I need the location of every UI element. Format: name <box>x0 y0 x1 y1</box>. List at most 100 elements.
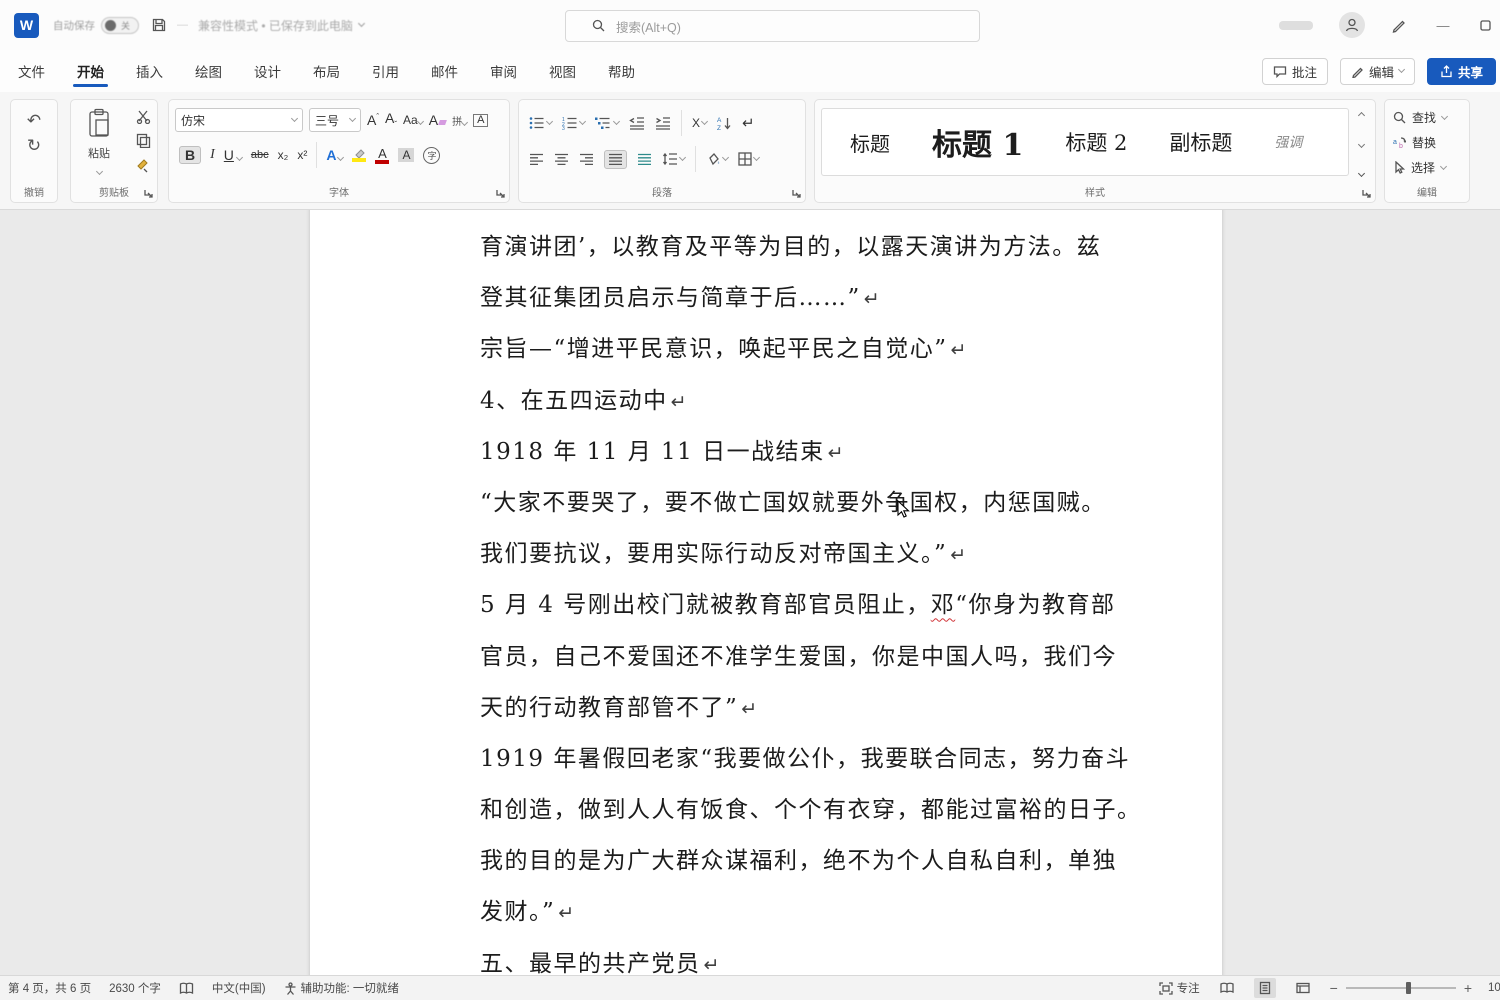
phonetic-guide-button[interactable]: 拼 <box>452 113 467 128</box>
accessibility-status[interactable]: 辅助功能: 一切就绪 <box>284 980 399 996</box>
tab-审阅[interactable]: 审阅 <box>488 52 519 90</box>
tab-文件[interactable]: 文件 <box>16 52 47 90</box>
avatar[interactable] <box>1339 12 1365 38</box>
read-mode-button[interactable] <box>1216 978 1238 998</box>
tab-设计[interactable]: 设计 <box>252 52 283 90</box>
bold-button[interactable]: B <box>179 146 201 164</box>
gallery-up-button[interactable] <box>1357 112 1364 119</box>
enclose-character-button[interactable]: 字 <box>423 147 440 164</box>
save-icon[interactable] <box>151 17 167 33</box>
undo-button[interactable]: ↶ <box>27 112 41 129</box>
grow-font-button[interactable]: Aˆ <box>367 113 379 127</box>
tab-邮件[interactable]: 邮件 <box>429 52 460 90</box>
multilevel-list-button[interactable] <box>595 116 619 130</box>
zoom-slider-thumb[interactable] <box>1406 982 1411 994</box>
share-button[interactable]: 共享 <box>1427 58 1496 85</box>
editing-mode-button[interactable]: 编辑 <box>1340 58 1415 85</box>
tab-视图[interactable]: 视图 <box>547 52 578 90</box>
paragraph-dialog-launcher[interactable] <box>791 188 801 198</box>
document-title[interactable]: 兼容性模式 • 已保存到此电脑 <box>198 17 364 34</box>
replace-button[interactable]: ab 替换 <box>1393 134 1469 151</box>
print-layout-button[interactable] <box>1254 978 1276 998</box>
subscript-button[interactable]: x₂ <box>278 149 289 161</box>
char-shading-button[interactable]: A <box>398 148 414 162</box>
web-layout-button[interactable] <box>1292 978 1314 998</box>
style-item-3[interactable]: 标题 2 <box>1065 127 1127 157</box>
maximize-button[interactable] <box>1479 19 1492 32</box>
document-page[interactable]: 育演讲团’，以教育及平等为目的，以露天演讲为方法。兹登其征集团员启示与简章于后…… <box>310 210 1222 975</box>
align-right-button[interactable] <box>579 153 594 166</box>
proofing-status[interactable] <box>179 982 194 995</box>
cut-icon[interactable] <box>136 110 151 124</box>
underline-button[interactable]: U <box>224 148 242 162</box>
font-color-button[interactable]: A <box>375 147 389 164</box>
styles-dialog-launcher[interactable] <box>1361 188 1371 198</box>
gallery-expand-button[interactable] <box>1357 170 1364 177</box>
distribute-button[interactable] <box>637 153 652 166</box>
decrease-indent-button[interactable] <box>629 116 645 130</box>
page-indicator[interactable]: 第 4 页，共 6 页 <box>8 980 91 996</box>
style-item-4[interactable]: 副标题 <box>1169 127 1232 157</box>
select-button[interactable]: 选择 <box>1393 159 1469 176</box>
gallery-down-button[interactable] <box>1357 141 1364 148</box>
change-case-button[interactable]: Aa <box>403 114 423 126</box>
pencil-icon <box>1351 65 1364 78</box>
highlight-button[interactable] <box>352 148 366 162</box>
superscript-button[interactable]: x² <box>297 149 307 161</box>
doc-line: 5 月 4 号刚出校门就被教育部官员阻止，邓“你身为教育部 <box>480 580 1142 631</box>
clear-format-button[interactable]: A <box>429 113 446 127</box>
justify-button[interactable] <box>604 150 627 169</box>
font-name-combo[interactable]: 仿宋 <box>175 108 303 132</box>
tab-帮助[interactable]: 帮助 <box>606 52 637 90</box>
shrink-font-button[interactable]: Aˇ <box>385 111 397 129</box>
bullets-button[interactable] <box>529 116 552 130</box>
autosave-toggle[interactable]: 关 <box>101 17 139 34</box>
show-marks-button[interactable]: ↵ <box>742 116 755 131</box>
line-spacing-button[interactable] <box>662 152 685 166</box>
asian-layout-button[interactable]: X <box>692 117 707 129</box>
paste-button[interactable]: 粘贴 <box>77 108 121 179</box>
autosave-control[interactable]: 自动保存 关 <box>53 17 139 34</box>
zoom-value[interactable]: 100% <box>1488 982 1500 994</box>
word-logo[interactable]: W <box>14 13 39 38</box>
word-count[interactable]: 2630 个字 <box>109 980 161 996</box>
comments-button[interactable]: 批注 <box>1262 58 1328 85</box>
search-input[interactable]: 搜索(Alt+Q) <box>565 10 980 42</box>
shading-button[interactable] <box>706 152 728 166</box>
align-center-button[interactable] <box>554 153 569 166</box>
italic-button[interactable]: I <box>210 148 215 162</box>
zoom-in-button[interactable]: + <box>1464 980 1472 996</box>
increase-indent-button[interactable] <box>655 116 671 130</box>
tab-绘图[interactable]: 绘图 <box>193 52 224 90</box>
clipboard-dialog-launcher[interactable] <box>143 188 153 198</box>
zoom-slider[interactable] <box>1346 987 1456 989</box>
font-dialog-launcher[interactable] <box>495 188 505 198</box>
focus-button[interactable]: 专注 <box>1159 980 1200 996</box>
borders-button[interactable] <box>738 152 759 166</box>
line-spacing-icon <box>662 152 678 166</box>
align-left-button[interactable] <box>529 153 544 166</box>
sort-button[interactable]: AZ <box>717 116 732 131</box>
tab-引用[interactable]: 引用 <box>370 52 401 90</box>
numbering-button[interactable]: 123 <box>562 116 585 130</box>
language-indicator[interactable]: 中文(中国) <box>212 980 266 996</box>
tab-布局[interactable]: 布局 <box>311 52 342 90</box>
format-painter-icon[interactable] <box>135 157 151 173</box>
tab-插入[interactable]: 插入 <box>134 52 165 90</box>
style-item-5[interactable]: 强调 <box>1274 132 1302 152</box>
style-item-2[interactable]: 标题 1 <box>932 120 1023 164</box>
copy-icon[interactable] <box>136 133 151 148</box>
pen-icon[interactable] <box>1391 17 1407 33</box>
zoom-out-button[interactable]: − <box>1330 980 1338 996</box>
redo-button[interactable]: ↻ <box>27 137 41 154</box>
character-border-button[interactable]: A <box>473 114 488 127</box>
undo-group-label: 撤销 <box>11 184 57 199</box>
minimize-button[interactable]: — <box>1433 15 1453 35</box>
strikethrough-button[interactable]: abc <box>251 150 269 161</box>
find-button[interactable]: 查找 <box>1393 109 1469 126</box>
document-area[interactable]: 育演讲团’，以教育及平等为目的，以露天演讲为方法。兹登其征集团员启示与简章于后…… <box>0 210 1500 975</box>
text-effects-button[interactable]: A <box>326 148 343 162</box>
style-item-1[interactable]: 标题 <box>850 128 890 157</box>
tab-开始[interactable]: 开始 <box>75 52 106 90</box>
font-size-combo[interactable]: 三号 <box>309 108 361 132</box>
